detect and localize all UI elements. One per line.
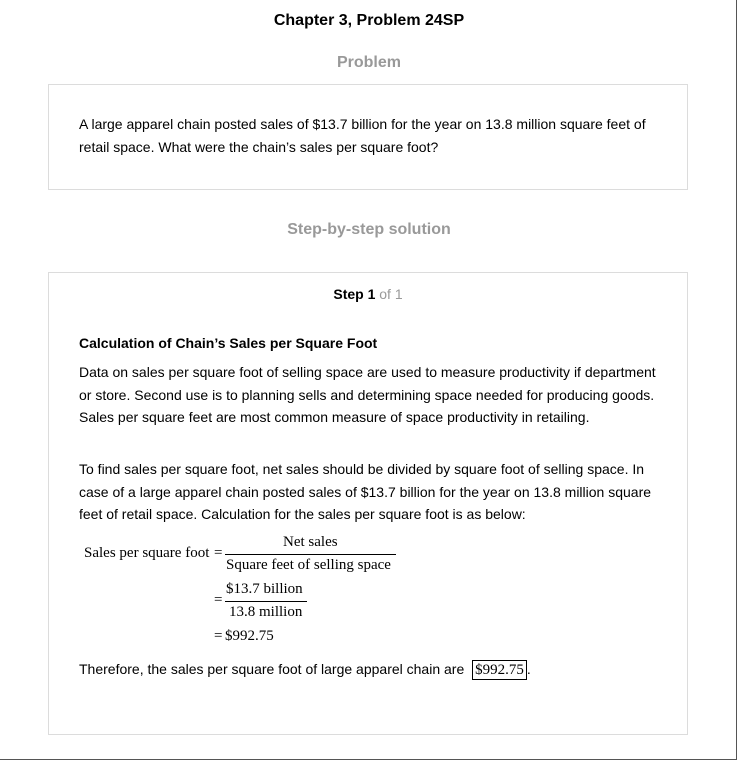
answer-box: $992.75 (472, 660, 527, 680)
step-header: Step 1 of 1 (49, 286, 687, 302)
conclusion-period: . (526, 661, 531, 677)
formula-equals-2: = (214, 592, 223, 608)
solution-heading: Step-by-step solution (287, 221, 451, 238)
explanation-paragraph: Data on sales per square foot of selling… (79, 364, 656, 425)
calculation-heading: Calculation of Chain’s Sales per Square … (79, 335, 378, 351)
conclusion-text: Therefore, the sales per square foot of … (79, 661, 465, 677)
solution-box: Step 1 of 1 Calculation of Chain’s Sales… (48, 272, 688, 735)
problem-heading: Problem (336, 54, 401, 71)
formula-denominator-2: 13.8 million (229, 604, 303, 620)
fraction-bar-2 (225, 601, 307, 602)
fraction-bar-1 (225, 554, 396, 555)
chapter-title: Chapter 3, Problem 24SP (273, 12, 465, 29)
formula-numerator-2: $13.7 billion (226, 581, 303, 597)
step-label: Step 1 (333, 286, 376, 302)
problem-text: A large apparel chain posted sales of $1… (79, 116, 646, 155)
formula-equals-1: = (214, 545, 223, 561)
method-paragraph: To find sales per square foot, net sales… (79, 461, 652, 522)
conclusion: Therefore, the sales per square foot of … (79, 658, 531, 680)
formula-lhs: Sales per square foot (84, 545, 210, 561)
formula-denominator-1: Square feet of selling space (226, 557, 391, 573)
step-count: of 1 (379, 286, 403, 302)
formula-equals-3: = (214, 628, 223, 644)
formula-result: $992.75 (225, 628, 274, 644)
problem-box: A large apparel chain posted sales of $1… (48, 84, 688, 190)
formula-numerator-1: Net sales (283, 534, 338, 550)
